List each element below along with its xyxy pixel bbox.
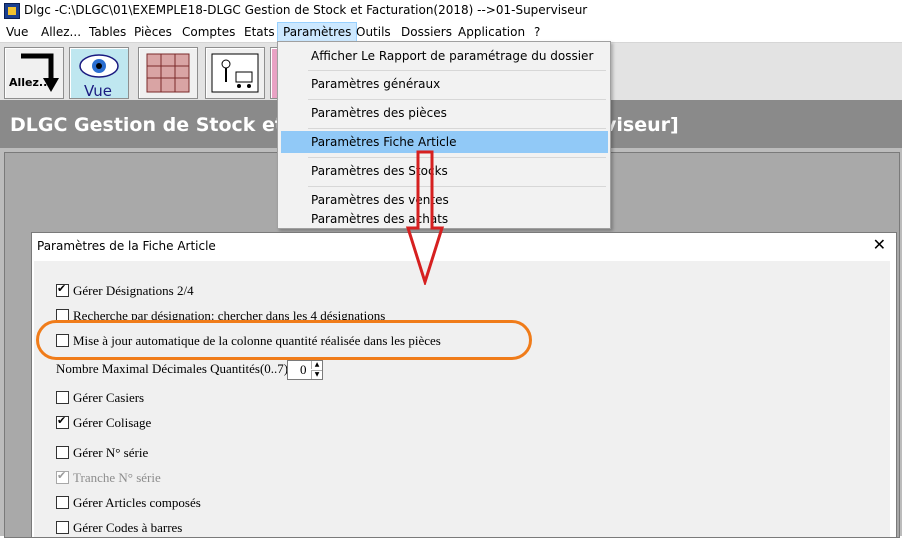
checkbox[interactable]: [56, 414, 69, 429]
option-label: Tranche N° série: [73, 470, 161, 485]
banner-title: DLGC Gestion de Stock et F: [10, 114, 304, 136]
menu-tables[interactable]: Tables: [89, 25, 126, 39]
grid-icon: [146, 53, 190, 93]
option-label: Gérer Casiers: [73, 390, 145, 405]
decimals-label: Nombre Maximal Décimales Quantités(0..7)…: [56, 361, 292, 376]
menu-item-generaux[interactable]: Paramètres généraux: [281, 73, 608, 95]
orange-highlight-ellipse: [36, 320, 532, 360]
checkbox[interactable]: [56, 446, 69, 459]
spin-up-icon[interactable]: ▲: [311, 361, 322, 369]
menu-outils[interactable]: Outils: [356, 25, 391, 39]
checkbox[interactable]: [56, 282, 69, 297]
menu-item-label: Afficher Le Rapport de paramétrage du do…: [311, 49, 594, 63]
menu-item-label: Paramètres des pièces: [311, 106, 447, 120]
app-icon: [4, 3, 20, 19]
allez-button[interactable]: Allez...: [4, 47, 64, 99]
menu-item-label: Paramètres Fiche Article: [311, 135, 457, 149]
allez-label: Allez...: [9, 76, 52, 89]
option-label: Gérer Codes à barres: [73, 520, 183, 535]
spin-down-icon[interactable]: ▼: [311, 370, 322, 379]
stock-button[interactable]: [205, 47, 265, 99]
checkbox[interactable]: [56, 496, 69, 509]
checkbox[interactable]: [56, 521, 69, 534]
checkbox[interactable]: [56, 391, 69, 404]
warehouse-cart-icon: [211, 53, 259, 93]
menu-item-pieces[interactable]: Paramètres des pièces: [281, 102, 608, 124]
eye-icon: [79, 54, 119, 78]
tables-button[interactable]: [138, 47, 198, 99]
checkbox: [56, 469, 69, 484]
menu-application[interactable]: Application: [458, 25, 525, 39]
menu-pieces[interactable]: Pièces: [134, 25, 172, 39]
menu-separator: [308, 128, 606, 129]
menu-allez[interactable]: Allez...: [41, 25, 81, 39]
option-label: Gérer Désignations 2/4: [73, 283, 194, 298]
dialog-title: Paramètres de la Fiche Article: [37, 239, 216, 253]
menu-separator: [308, 70, 606, 71]
menu-dossiers[interactable]: Dossiers: [401, 25, 452, 39]
goto-arrow-icon: [21, 53, 59, 92]
menu-item-rapport[interactable]: Afficher Le Rapport de paramétrage du do…: [281, 45, 608, 67]
option-label: Gérer N° série: [73, 445, 149, 460]
vue-label: Vue: [84, 82, 112, 100]
menu-vue[interactable]: Vue: [6, 25, 28, 39]
dialog-content: Gérer Désignations 2/4 Recherche par dés…: [34, 261, 890, 537]
option-label: Gérer Articles composés: [73, 495, 201, 510]
decimals-spinner[interactable]: 0 ▲ ▼: [287, 360, 323, 380]
menu-parametres[interactable]: Paramètres: [277, 22, 358, 42]
menu-item-label: Paramètres généraux: [311, 77, 441, 91]
menu-separator: [308, 99, 606, 100]
red-arrow-annotation: [405, 150, 445, 285]
menu-separator: [308, 157, 606, 158]
window-title: Dlgc -C:\DLGC\01\EXEMPLE18-DLGC Gestion …: [24, 3, 588, 17]
menu-help[interactable]: ?: [534, 25, 540, 39]
close-icon[interactable]: ✕: [873, 235, 886, 254]
menu-bar: Vue Allez... Tables Pièces Comptes Etats…: [0, 22, 902, 42]
option-label: Gérer Colisage: [73, 415, 152, 430]
menu-comptes[interactable]: Comptes: [182, 25, 235, 39]
menu-etats[interactable]: Etats: [244, 25, 275, 39]
decimals-value: 0: [300, 362, 307, 377]
menu-separator: [308, 186, 606, 187]
title-bar: Dlgc -C:\DLGC\01\EXEMPLE18-DLGC Gestion …: [0, 0, 902, 22]
banner-title-end: viseur]: [604, 114, 679, 136]
vue-button[interactable]: Vue: [69, 47, 129, 100]
fiche-article-dialog: Paramètres de la Fiche Article ✕ Gérer D…: [31, 232, 897, 538]
